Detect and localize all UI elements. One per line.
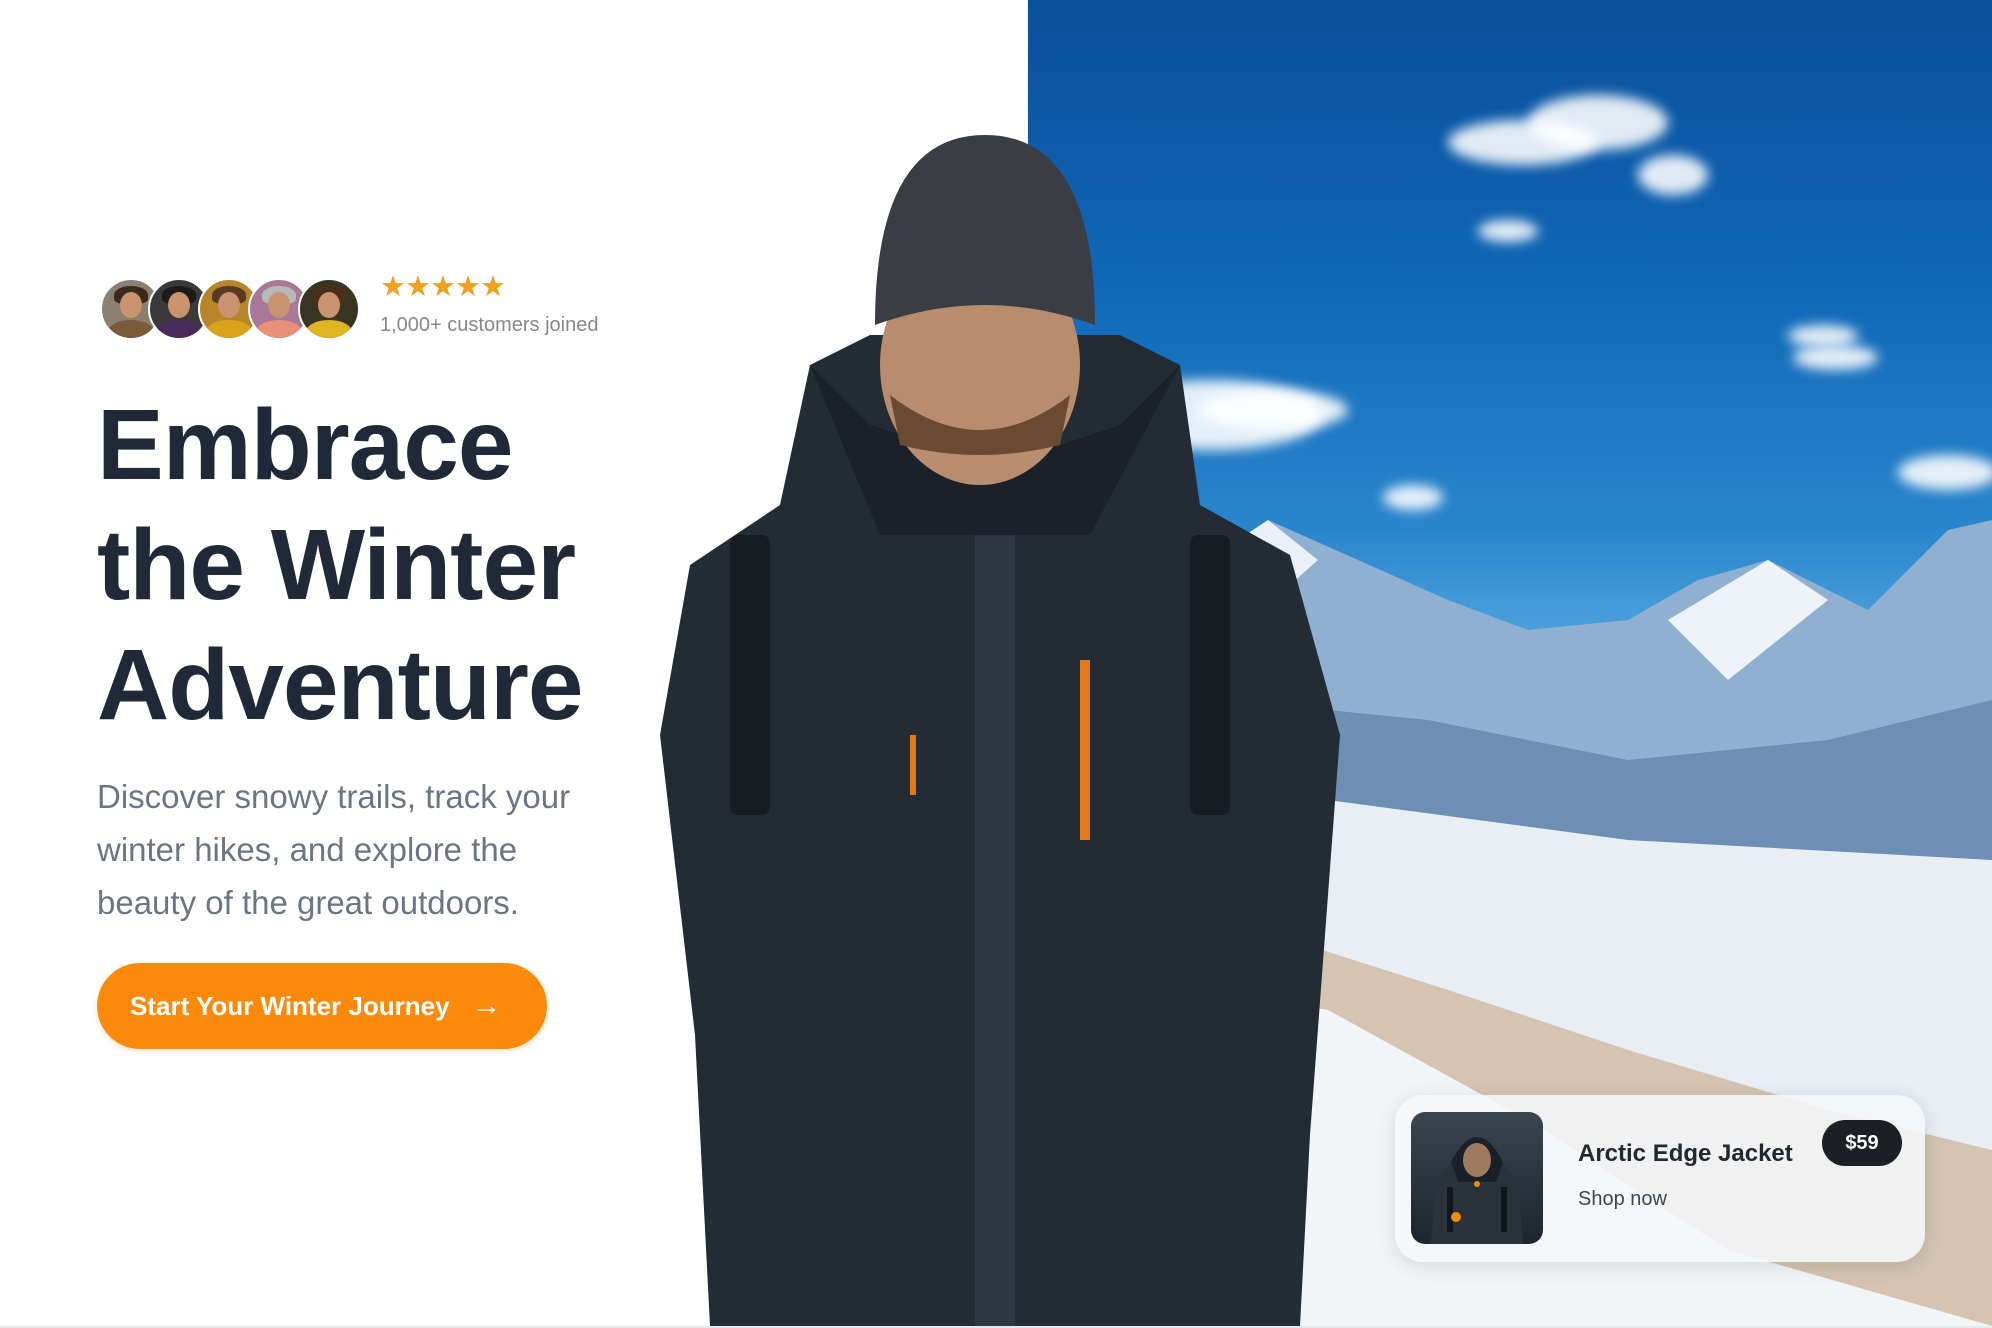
- arrow-right-icon: →: [471, 989, 502, 1022]
- beanie: [875, 135, 1095, 325]
- start-journey-button[interactable]: Start Your Winter Journey →: [97, 963, 547, 1049]
- star-rating-icon: ★★★★★: [380, 271, 506, 303]
- hero-description: Discover snowy trails, track your winter…: [97, 778, 571, 921]
- hero-title-line: Embrace: [97, 389, 513, 501]
- product-name: Arctic Edge Jacket: [1578, 1140, 1793, 1167]
- jacket-zipper: [975, 535, 1015, 1326]
- customer-avatars: [100, 278, 370, 340]
- customers-joined-text: 1,000+ customers joined: [380, 314, 599, 336]
- jacket-thumbnail-image: [1431, 1137, 1523, 1244]
- hero-title-line: the Winter: [97, 509, 576, 621]
- hero-title: Embrace the Winter Adventure: [97, 385, 584, 745]
- backpack-strap: [730, 535, 770, 815]
- model-in-winter-jacket: [660, 135, 1340, 1326]
- shop-now-link[interactable]: Shop now: [1578, 1188, 1667, 1211]
- start-journey-label: Start Your Winter Journey: [130, 990, 450, 1021]
- product-card[interactable]: Arctic Edge Jacket Shop now $59: [1395, 1095, 1925, 1262]
- hero-title-line: Adventure: [97, 629, 584, 741]
- product-thumbnail: [1411, 1112, 1543, 1244]
- backpack-strap: [1190, 535, 1230, 815]
- orange-zip-pull: [1080, 660, 1090, 840]
- orange-zip-pull: [910, 735, 916, 795]
- customer-avatar-5: [298, 278, 360, 340]
- price-badge: $59: [1822, 1120, 1902, 1166]
